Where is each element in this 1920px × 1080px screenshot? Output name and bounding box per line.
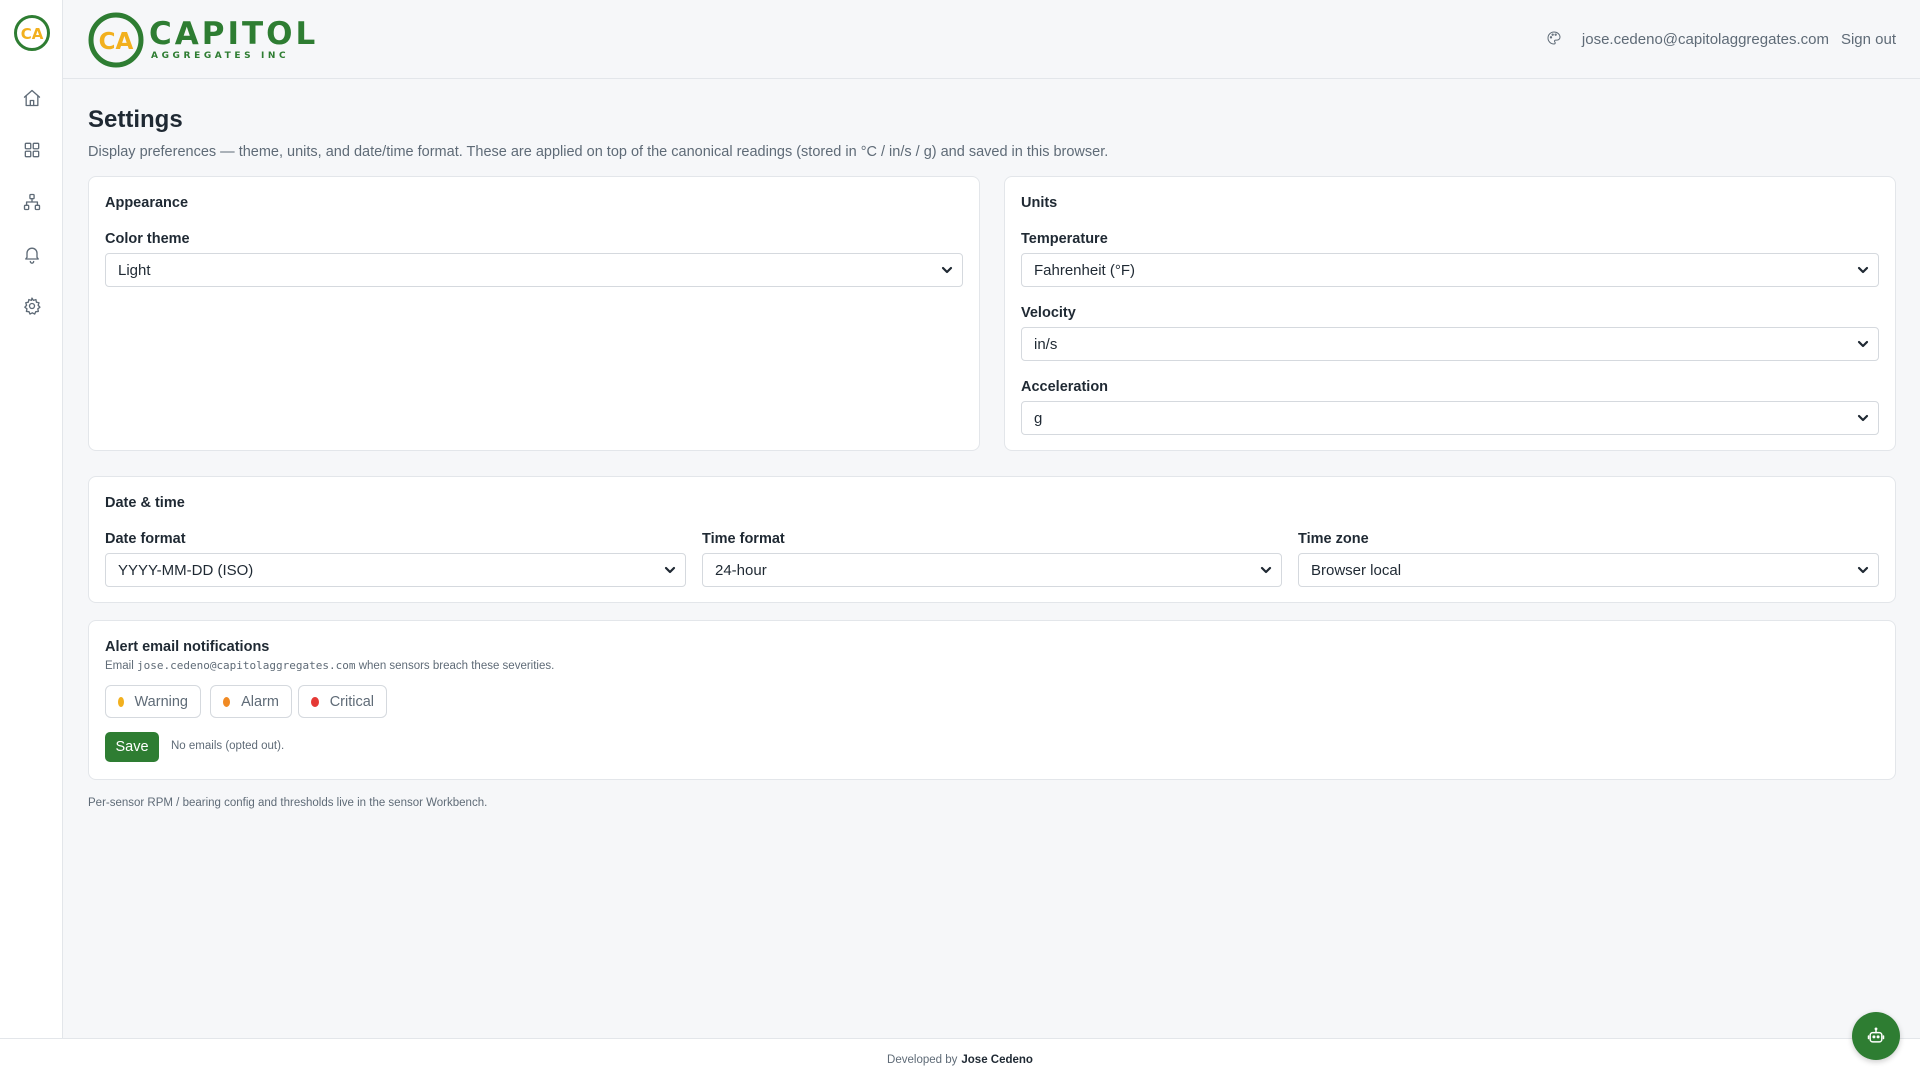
alert-notifications-title: Alert email notifications <box>105 639 270 655</box>
palette-icon[interactable] <box>1546 30 1564 48</box>
chevron-down-icon <box>940 263 954 277</box>
time-format-label: Time format <box>702 531 785 547</box>
chevron-down-icon <box>663 563 677 577</box>
severity-label: Critical <box>329 693 374 710</box>
sidebar-item-hierarchy[interactable] <box>19 189 45 215</box>
color-theme-select[interactable]: Light <box>105 253 963 287</box>
severity-label: Warning <box>134 693 188 710</box>
time-format-select[interactable]: 24-hour <box>702 553 1282 587</box>
date-format-label: Date format <box>105 531 186 547</box>
temperature-value: Fahrenheit (°F) <box>1034 261 1136 279</box>
sidebar: CA <box>0 0 63 1038</box>
sidebar-item-settings[interactable] <box>19 293 45 319</box>
alert-desc-suffix: when sensors breach these severities. <box>358 660 555 672</box>
workbench-footnote: Per-sensor RPM / bearing config and thre… <box>88 797 488 809</box>
bell-icon <box>25 247 39 264</box>
sign-out-link[interactable]: Sign out <box>1841 31 1896 48</box>
grid-icon <box>24 142 40 158</box>
critical-dot-icon <box>311 696 319 707</box>
units-title: Units <box>1021 195 1058 211</box>
acceleration-select[interactable]: g <box>1021 401 1879 435</box>
main-content: Settings Display preferences — theme, un… <box>88 79 1896 161</box>
velocity-select[interactable]: in/s <box>1021 327 1879 361</box>
time-zone-value: Browser local <box>1311 561 1402 579</box>
color-theme-value: Light <box>118 261 151 279</box>
brand-logo[interactable]: CA CAPITOL AGGREGATES INC <box>87 11 318 69</box>
color-theme-label: Color theme <box>105 231 190 247</box>
chevron-down-icon <box>1259 563 1273 577</box>
velocity-label: Velocity <box>1021 305 1076 321</box>
severity-toggle-alarm[interactable]: Alarm <box>210 685 292 718</box>
alert-desc-prefix: Email <box>105 660 134 672</box>
brand-subtitle: AGGREGATES INC <box>151 50 290 61</box>
warning-dot-icon <box>118 696 124 707</box>
alert-notifications-card: Alert email notifications Email jose.ced… <box>88 620 1896 780</box>
alert-desc-email: jose.cedeno@capitolaggregates.com <box>136 659 356 672</box>
severity-toggle-critical[interactable]: Critical <box>298 685 387 718</box>
home-icon <box>23 89 41 107</box>
acceleration-value: g <box>1034 409 1043 427</box>
time-zone-label: Time zone <box>1298 531 1369 547</box>
date-format-select[interactable]: YYYY-MM-DD (ISO) <box>105 553 686 587</box>
time-zone-select[interactable]: Browser local <box>1298 553 1879 587</box>
gear-icon <box>24 297 41 315</box>
acceleration-label: Acceleration <box>1021 379 1109 395</box>
velocity-value: in/s <box>1034 335 1058 353</box>
brand-text: CAPITOL AGGREGATES INC <box>149 15 319 62</box>
temperature-select[interactable]: Fahrenheit (°F) <box>1021 253 1879 287</box>
sidebar-logo[interactable]: CA <box>13 14 51 52</box>
capitol-logo-icon: CA <box>14 15 50 51</box>
footer: Developed by Jose Cedeno <box>0 1038 1920 1080</box>
appearance-card: Appearance Color theme Light <box>88 176 980 451</box>
temperature-label: Temperature <box>1021 231 1108 247</box>
sidebar-item-home[interactable] <box>19 85 45 111</box>
chevron-down-icon <box>1856 411 1870 425</box>
alarm-dot-icon <box>223 696 231 707</box>
save-button[interactable]: Save <box>105 732 159 762</box>
assistant-bot-button[interactable] <box>1852 1012 1900 1060</box>
sidebar-item-dashboard[interactable] <box>19 137 45 163</box>
page-title: Settings <box>88 106 183 133</box>
severity-label: Alarm <box>241 693 279 710</box>
brand-name: CAPITOL <box>149 15 319 52</box>
datetime-card: Date & time Date format YYYY-MM-DD (ISO)… <box>88 476 1896 603</box>
date-format-value: YYYY-MM-DD (ISO) <box>118 561 254 579</box>
top-header: CA CAPITOL AGGREGATES INC jose.cedeno@ca… <box>63 0 1920 79</box>
header-user-area: jose.cedeno@capitolaggregates.com Sign o… <box>1546 30 1896 48</box>
alert-notifications-description: Email jose.cedeno@capitolaggregates.com … <box>105 659 554 672</box>
datetime-title: Date & time <box>105 495 185 511</box>
sidebar-item-alerts[interactable] <box>19 241 45 267</box>
user-email: jose.cedeno@capitolaggregates.com <box>1581 30 1829 48</box>
svg-text:CA: CA <box>21 25 44 43</box>
page-description: Display preferences — theme, units, and … <box>88 144 1109 160</box>
appearance-title: Appearance <box>105 195 189 211</box>
time-format-value: 24-hour <box>715 561 767 579</box>
chevron-down-icon <box>1856 563 1870 577</box>
robot-icon <box>1867 1027 1885 1043</box>
chevron-down-icon <box>1856 263 1870 277</box>
footer-prefix: Developed by <box>887 1053 958 1066</box>
chevron-down-icon <box>1856 337 1870 351</box>
units-card: Units Temperature Fahrenheit (°F) Veloci… <box>1004 176 1896 451</box>
footer-developer-name: Jose Cedeno <box>961 1053 1033 1066</box>
svg-text:CA: CA <box>99 29 134 55</box>
sitemap-icon <box>23 193 41 211</box>
capitol-logo-icon: CA <box>88 12 144 68</box>
save-status-text: No emails (opted out). <box>171 740 285 752</box>
severity-toggle-warning[interactable]: Warning <box>105 685 201 718</box>
